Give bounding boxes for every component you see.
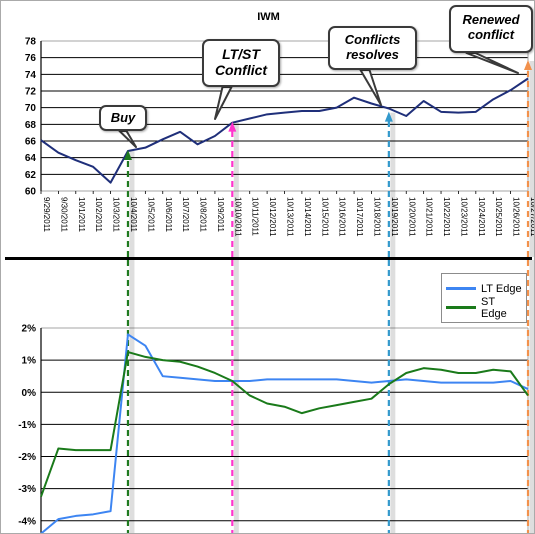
x-axis-tick-label: 10/9/2011 <box>216 197 225 233</box>
x-axis-tick-label: 10/20/2011 <box>407 197 416 237</box>
x-axis-tick-label: 10/1/2011 <box>77 197 86 233</box>
x-axis-tick-label: 9/29/2011 <box>42 197 51 233</box>
y-axis-tick-label: 70 <box>25 103 37 114</box>
x-axis-tick-label: 10/8/2011 <box>199 197 208 233</box>
y-axis-tick-label: 64 <box>25 153 37 164</box>
x-axis-tick-label: 10/14/2011 <box>303 197 312 237</box>
callout-ltst-line2: Conflict <box>214 61 268 78</box>
y-axis-tick-label: 74 <box>25 70 37 81</box>
y-axis-tick-label: 2% <box>22 324 37 335</box>
y-axis-tick-label: 62 <box>25 170 37 181</box>
x-axis-tick-label: 10/11/2011 <box>251 197 260 236</box>
legend-label-st-edge: ST Edge <box>481 295 507 320</box>
x-axis-tick-label: 10/24/2011 <box>477 197 486 237</box>
y-axis-tick-label: -2% <box>18 452 36 463</box>
legend-swatch-st-edge <box>446 306 476 309</box>
x-axis-tick-label: 10/18/2011 <box>372 197 381 237</box>
x-axis-tick-label: 10/3/2011 <box>112 197 121 233</box>
y-axis-tick-label: 72 <box>25 87 37 98</box>
legend-item-st-edge: ST Edge <box>446 295 522 320</box>
y-axis-tick-label: -3% <box>18 484 36 495</box>
x-axis-tick-label: 10/16/2011 <box>338 197 347 237</box>
callout-ltst-line1: LT/ST <box>222 46 260 62</box>
callout-conflicts-resolves: Conflicts resolves <box>328 26 417 70</box>
x-axis-tick-label: 10/5/2011 <box>146 197 155 233</box>
x-axis-tick-label: 10/17/2011 <box>355 197 364 237</box>
callout-ltst-conflict: LT/ST Conflict <box>202 39 280 87</box>
y-axis-tick-label: 76 <box>25 53 37 64</box>
y-axis-tick-label: 78 <box>25 37 37 48</box>
legend-swatch-lt-edge <box>446 287 476 290</box>
x-axis-tick-label: 10/6/2011 <box>164 197 173 233</box>
y-axis-tick-label: -4% <box>18 516 36 527</box>
chart-figure: IWM 60 62 64 66 68 70 72 74 76 78 9/29/2011 9/30/20… <box>0 0 535 534</box>
x-axis-tick-label: 10/12/2011 <box>268 197 277 237</box>
x-axis-tick-label: 10/26/2011 <box>512 197 521 237</box>
y-axis-tick-label: 1% <box>22 356 37 367</box>
callout-buy-text: Buy <box>110 110 136 125</box>
callout-renewed-line1: Renewed <box>462 12 520 27</box>
x-axis-tick-label: 10/7/2011 <box>181 197 190 233</box>
x-axis-tick-label: 10/22/2011 <box>442 197 451 237</box>
callout-renewed-conflict: Renewed conflict <box>449 5 533 53</box>
y-axis-tick-label: 68 <box>25 120 37 131</box>
y-axis-tick-label: 60 <box>25 187 37 198</box>
callout-buy: Buy <box>99 105 147 131</box>
x-axis-tick-label: 10/23/2011 <box>459 197 468 237</box>
callout-renewed-line2: conflict <box>467 26 515 42</box>
y-axis-tick-label: -1% <box>18 420 36 431</box>
x-axis-tick-label: 10/15/2011 <box>320 197 329 237</box>
legend-label-lt-edge: LT Edge <box>481 282 522 295</box>
y-axis-tick-label: 0% <box>22 388 37 399</box>
callout-resolves-line1: Conflicts <box>344 32 401 47</box>
edges-chart-legend: LT Edge ST Edge <box>441 273 527 323</box>
x-axis-tick-label: 10/25/2011 <box>494 197 503 237</box>
x-axis-tick-label: 10/2/2011 <box>94 197 103 233</box>
x-axis-tick-label: 10/13/2011 <box>286 197 295 237</box>
x-axis-tick-label: 10/21/2011 <box>425 197 434 237</box>
callout-resolves-line2: resolves <box>346 46 399 62</box>
x-axis-tick-label: 9/30/2011 <box>59 197 68 233</box>
y-axis-tick-label: 66 <box>25 137 37 148</box>
